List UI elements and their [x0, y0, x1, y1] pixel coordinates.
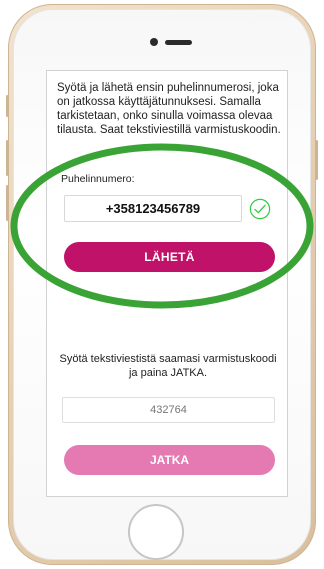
check-circle-icon [249, 198, 271, 220]
app-screen: Syötä ja lähetä ensin puhelinnumerosi, j… [46, 70, 288, 497]
volume-up-button [6, 140, 9, 176]
continue-button[interactable]: JATKA [64, 445, 275, 475]
earpiece-speaker [165, 40, 192, 45]
home-button[interactable] [128, 504, 184, 560]
verification-code-input[interactable] [62, 397, 275, 423]
volume-down-button [6, 185, 9, 221]
front-camera-icon [150, 38, 158, 46]
mute-switch [6, 95, 9, 117]
power-button [315, 140, 318, 180]
verification-instructions: Syötä tekstiviestistä saamasi varmistusk… [59, 353, 277, 379]
instructions-text: Syötä ja lähetä ensin puhelinnumerosi, j… [57, 82, 281, 136]
phone-number-input[interactable] [64, 195, 242, 222]
send-button[interactable]: LÄHETÄ [64, 242, 275, 272]
phone-number-label: Puhelinnumero: [61, 173, 135, 185]
